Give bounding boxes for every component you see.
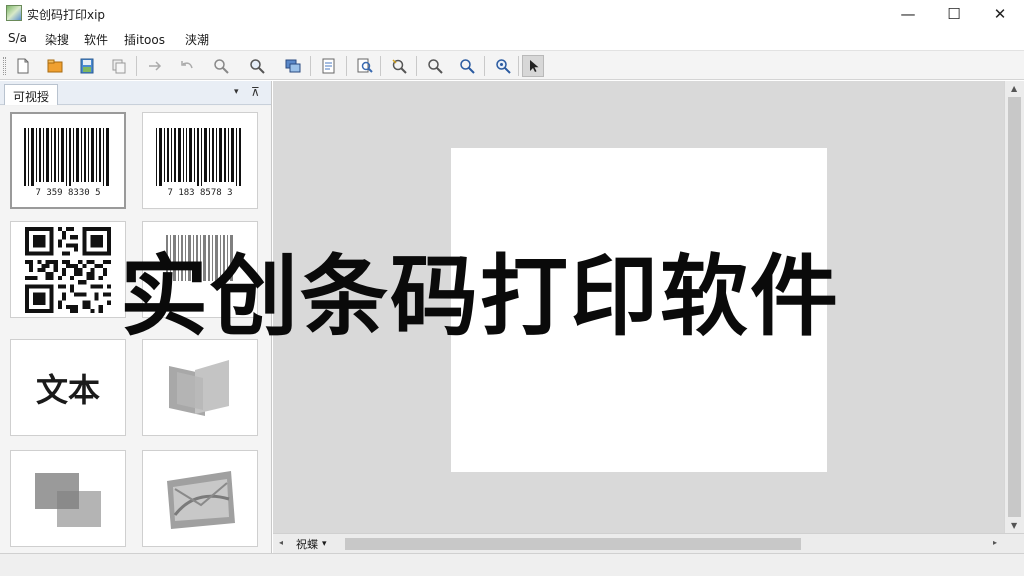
scroll-right-icon[interactable]: ▸ (993, 538, 997, 547)
chevron-down-icon[interactable]: ▾ (234, 87, 239, 97)
barcode-icon: 7 183 8578 3 (156, 127, 241, 198)
undo-icon[interactable] (176, 55, 198, 77)
menu-item-software[interactable]: 软件 (84, 31, 108, 48)
toolbar-grip[interactable] (3, 57, 6, 75)
zoom-in-icon[interactable] (456, 55, 478, 77)
page-tab-label: 祝蝶 (296, 538, 318, 551)
menu-item-edit[interactable]: 染搜 (45, 31, 69, 48)
maximize-button[interactable]: ☐ (931, 0, 977, 28)
image-icon (167, 470, 235, 529)
barcode-caption: 7 183 8578 3 (167, 188, 232, 198)
menu-bar: S/a 染搜 软件 插itoos 浃潮 (0, 28, 1024, 50)
toolbar (0, 50, 1024, 80)
find-icon[interactable] (210, 55, 232, 77)
scroll-up-icon[interactable]: ▲ (1011, 84, 1017, 93)
barcode-tile[interactable]: 7 183 8578 3 (142, 112, 258, 209)
shape-icon (169, 359, 229, 416)
text-tool-label: 文本 (35, 370, 100, 409)
scroll-down-icon[interactable]: ▼ (1011, 521, 1017, 530)
zoom-out-icon[interactable] (424, 55, 446, 77)
minimize-button[interactable]: — (885, 0, 931, 28)
menu-item-tools[interactable]: 插itoos (124, 31, 165, 48)
page-tab-bar: ◂ 祝蝶 ▾ ▸ (273, 533, 1024, 553)
horizontal-scroll-thumb[interactable] (345, 538, 801, 550)
document-icon[interactable] (318, 55, 340, 77)
save-icon[interactable] (76, 55, 98, 77)
toolbar-separator (484, 56, 485, 76)
toolbar-separator (518, 56, 519, 76)
barcode-tile[interactable]: 7 359 8330 5 (10, 112, 126, 209)
text-tile[interactable]: 文本 (10, 339, 126, 436)
new-file-icon[interactable] (12, 55, 34, 77)
copy-icon[interactable] (108, 55, 130, 77)
redo-icon[interactable] (144, 55, 166, 77)
close-button[interactable]: ✕ (977, 0, 1023, 28)
layers-icon[interactable] (282, 55, 304, 77)
panel-tab[interactable]: 可视授 (4, 84, 59, 105)
chevron-down-icon[interactable]: ▾ (322, 539, 327, 549)
title-bar: 实创码打印xip — ☐ ✕ (0, 0, 1024, 28)
toolbar-separator (380, 56, 381, 76)
app-icon (6, 5, 22, 21)
zoom-icon[interactable] (246, 55, 268, 77)
menu-item-file[interactable]: S/a (8, 31, 27, 45)
barcode-caption: 7 359 8330 5 (35, 188, 100, 198)
toolbar-separator (346, 56, 347, 76)
open-folder-icon[interactable] (44, 55, 66, 77)
vertical-scrollbar[interactable]: ▲ ▼ (1004, 81, 1024, 533)
rectangle-icon (35, 472, 101, 527)
vertical-scroll-thumb[interactable] (1008, 97, 1021, 517)
qrcode-tile[interactable] (10, 221, 126, 318)
pointer-icon[interactable] (522, 55, 544, 77)
shape-tile[interactable] (142, 339, 258, 436)
search-doc-icon[interactable] (354, 55, 376, 77)
page-tab[interactable]: 祝蝶 ▾ (291, 536, 331, 552)
shape-tile[interactable] (10, 450, 126, 547)
toolbar-separator (136, 56, 137, 76)
zoom-fit-icon[interactable] (492, 55, 514, 77)
menu-item-help[interactable]: 浃潮 (185, 31, 209, 48)
status-bar (0, 553, 1024, 576)
qrcode-icon (25, 226, 111, 313)
pin-icon[interactable]: ⊼ (251, 85, 260, 99)
overlay-title: 实创条码打印软件 (120, 245, 841, 348)
image-tile[interactable] (142, 450, 258, 547)
scroll-left-icon[interactable]: ◂ (279, 538, 283, 547)
panel-header: 可视授 ▾ ⊼ (0, 81, 271, 105)
window-title: 实创码打印xip (27, 8, 106, 22)
magic-zoom-icon[interactable] (388, 55, 410, 77)
barcode-icon: 7 359 8330 5 (24, 127, 109, 198)
toolbar-separator (310, 56, 311, 76)
toolbar-separator (416, 56, 417, 76)
